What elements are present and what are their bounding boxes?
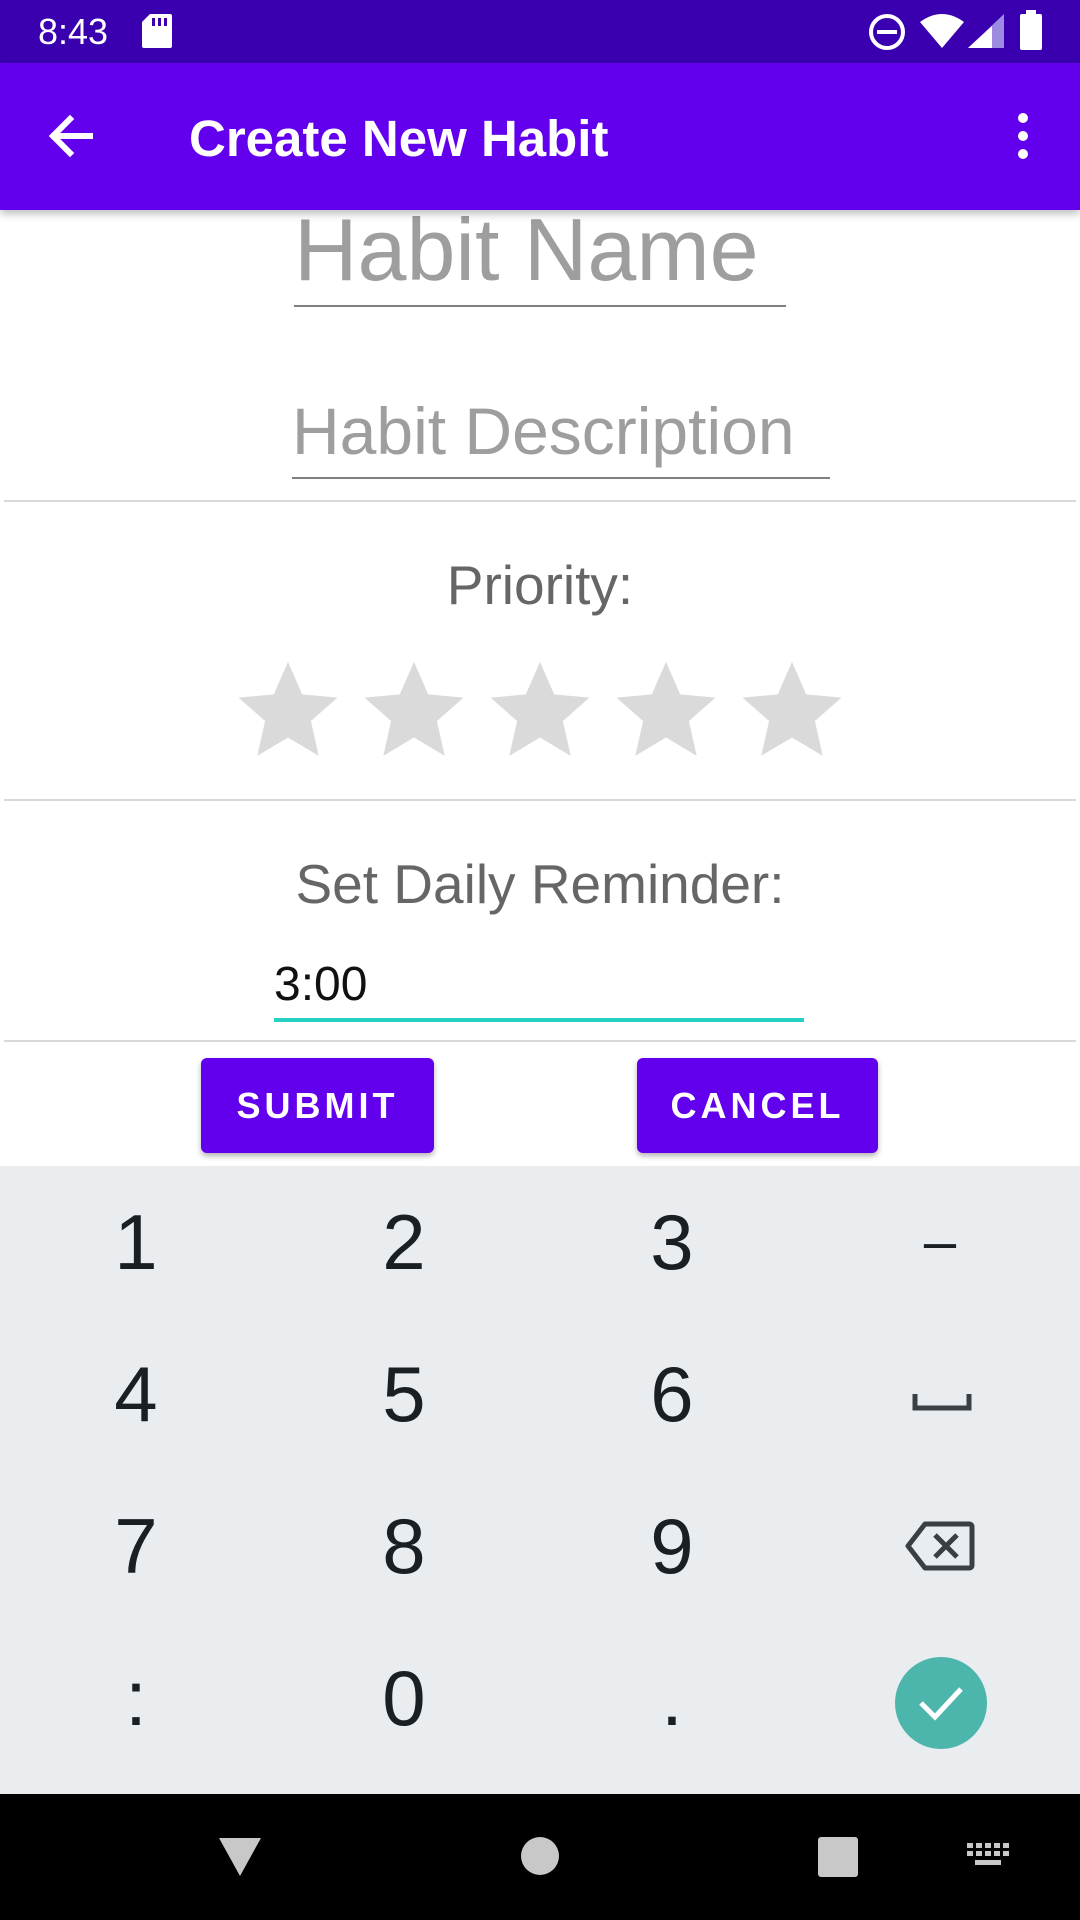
- star-icon[interactable]: [611, 655, 721, 765]
- navigation-bar: [0, 1794, 1080, 1920]
- backspace-icon: [905, 1521, 975, 1571]
- divider: [4, 1040, 1076, 1042]
- back-triangle-icon[interactable]: [217, 1836, 263, 1878]
- key-7[interactable]: 7: [2, 1470, 270, 1622]
- key-2[interactable]: 2: [270, 1166, 538, 1318]
- star-icon[interactable]: [485, 655, 595, 765]
- reminder-time-input[interactable]: [274, 950, 804, 1022]
- wifi-icon: [920, 14, 964, 48]
- keyboard-switch-icon[interactable]: [967, 1843, 1011, 1869]
- status-bar: 8:43: [0, 0, 1080, 63]
- arrow-back-icon[interactable]: [46, 111, 96, 161]
- recents-square-icon[interactable]: [817, 1836, 859, 1878]
- key-8[interactable]: 8: [270, 1470, 538, 1622]
- key-period[interactable]: .: [538, 1622, 806, 1774]
- star-icon[interactable]: [233, 655, 343, 765]
- key-4[interactable]: 4: [2, 1318, 270, 1470]
- key-backspace[interactable]: [806, 1470, 1074, 1622]
- check-icon: [919, 1687, 963, 1721]
- key-0[interactable]: 0: [270, 1622, 538, 1774]
- divider: [4, 799, 1076, 801]
- cancel-button[interactable]: CANCEL: [637, 1058, 878, 1153]
- key-5[interactable]: 5: [270, 1318, 538, 1470]
- key-6[interactable]: 6: [538, 1318, 806, 1470]
- key-dash[interactable]: –: [806, 1166, 1074, 1318]
- page-title: Create New Habit: [189, 110, 609, 167]
- home-circle-icon[interactable]: [520, 1836, 560, 1876]
- key-space[interactable]: [806, 1318, 1074, 1470]
- battery-icon: [1020, 10, 1042, 50]
- numeric-keyboard: 1 2 3 – 4 5 6 7 8 9 : 0 .: [0, 1166, 1080, 1794]
- star-icon[interactable]: [359, 655, 469, 765]
- habit-name-field[interactable]: [294, 195, 786, 307]
- cell-signal-icon: [968, 14, 1004, 48]
- key-colon[interactable]: :: [2, 1622, 270, 1774]
- space-icon: [912, 1394, 972, 1411]
- more-vert-icon[interactable]: [1008, 111, 1038, 161]
- key-done[interactable]: [895, 1657, 987, 1749]
- app-bar: Create New Habit: [0, 63, 1080, 210]
- status-time: 8:43: [38, 11, 109, 52]
- key-9[interactable]: 9: [538, 1470, 806, 1622]
- star-icon[interactable]: [737, 655, 847, 765]
- submit-button[interactable]: SUBMIT: [201, 1058, 434, 1153]
- habit-description-field[interactable]: [292, 385, 830, 479]
- priority-label: Priority:: [446, 554, 634, 616]
- sd-card-icon: [142, 14, 172, 48]
- do-not-disturb-icon: [869, 14, 905, 50]
- key-1[interactable]: 1: [2, 1166, 270, 1318]
- reminder-label: Set Daily Reminder:: [295, 853, 785, 915]
- divider: [4, 500, 1076, 502]
- key-3[interactable]: 3: [538, 1166, 806, 1318]
